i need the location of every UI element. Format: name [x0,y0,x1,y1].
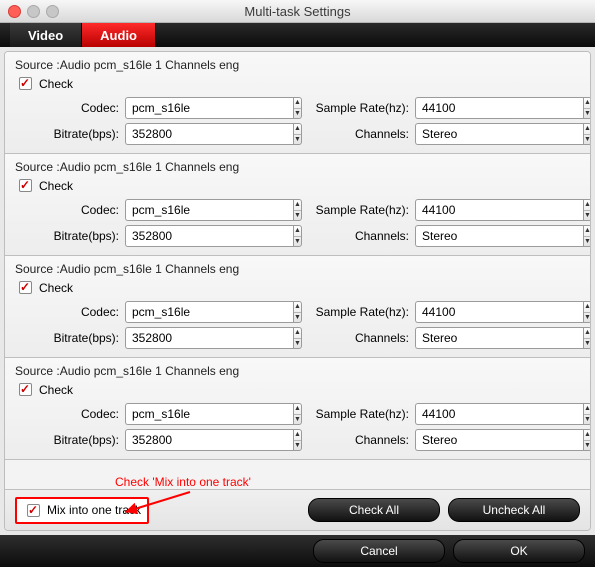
bitrate-label: Bitrate(bps): [15,433,125,447]
window-title: Multi-task Settings [0,4,595,19]
stepper-icon[interactable]: ▲▼ [583,97,590,119]
samplerate-combo[interactable]: ▲▼ [415,97,565,119]
stepper-icon[interactable]: ▲▼ [293,429,302,451]
bitrate-combo[interactable]: ▲▼ [125,429,275,451]
channels-combo[interactable]: ▲▼ [415,429,565,451]
codec-label: Codec: [15,101,125,115]
source-label: Source :Audio pcm_s16le 1 Channels eng [15,262,580,276]
stepper-icon[interactable]: ▲▼ [583,123,590,145]
bitrate-combo[interactable]: ▲▼ [125,123,275,145]
track-check[interactable] [19,77,32,90]
mix-label: Mix into one track [47,503,141,517]
window-footer: Cancel OK [0,535,595,567]
samplerate-label: Sample Rate(hz): [305,203,415,217]
bitrate-input[interactable] [125,123,293,145]
samplerate-input[interactable] [415,301,583,323]
samplerate-label: Sample Rate(hz): [305,101,415,115]
samplerate-label: Sample Rate(hz): [305,305,415,319]
check-label: Check [39,77,73,91]
track-check[interactable] [19,179,32,192]
channels-combo[interactable]: ▲▼ [415,225,565,247]
bitrate-label: Bitrate(bps): [15,331,125,345]
check-label: Check [39,179,73,193]
channels-label: Channels: [305,127,415,141]
panel-footer: Mix into one track Check All Uncheck All [5,489,590,530]
stepper-icon[interactable]: ▲▼ [583,225,590,247]
samplerate-combo[interactable]: ▲▼ [415,199,565,221]
tab-audio[interactable]: Audio [82,23,156,47]
channels-input[interactable] [415,123,583,145]
track-block: Source :Audio pcm_s16le 1 Channels eng Ch… [5,52,590,154]
channels-input[interactable] [415,429,583,451]
tab-video[interactable]: Video [10,23,82,47]
stepper-icon[interactable]: ▲▼ [583,429,590,451]
ok-button[interactable]: OK [453,539,585,563]
codec-label: Codec: [15,305,125,319]
bitrate-label: Bitrate(bps): [15,127,125,141]
uncheck-all-button[interactable]: Uncheck All [448,498,580,522]
samplerate-input[interactable] [415,199,583,221]
samplerate-input[interactable] [415,403,583,425]
codec-combo[interactable]: ▲▼ [125,97,275,119]
stepper-icon[interactable]: ▲▼ [293,123,302,145]
source-label: Source :Audio pcm_s16le 1 Channels eng [15,160,580,174]
mix-into-one-track-box[interactable]: Mix into one track [15,497,149,524]
codec-combo[interactable]: ▲▼ [125,199,275,221]
channels-input[interactable] [415,327,583,349]
samplerate-input[interactable] [415,97,583,119]
channels-combo[interactable]: ▲▼ [415,123,565,145]
codec-input[interactable] [125,199,293,221]
codec-combo[interactable]: ▲▼ [125,403,275,425]
codec-input[interactable] [125,301,293,323]
tab-bar: Video Audio [0,23,595,47]
samplerate-combo[interactable]: ▲▼ [415,403,565,425]
bitrate-input[interactable] [125,225,293,247]
channels-label: Channels: [305,331,415,345]
channels-label: Channels: [305,433,415,447]
codec-input[interactable] [125,403,293,425]
bitrate-input[interactable] [125,429,293,451]
track-check[interactable] [19,281,32,294]
track-block: Source :Audio pcm_s16le 1 Channels eng Ch… [5,154,590,256]
codec-input[interactable] [125,97,293,119]
stepper-icon[interactable]: ▲▼ [293,225,302,247]
track-block: Source :Audio pcm_s16le 1 Channels eng Ch… [5,358,590,460]
bitrate-combo[interactable]: ▲▼ [125,327,275,349]
stepper-icon[interactable]: ▲▼ [293,403,302,425]
source-label: Source :Audio pcm_s16le 1 Channels eng [15,58,580,72]
bitrate-combo[interactable]: ▲▼ [125,225,275,247]
track-block: Source :Audio pcm_s16le 1 Channels eng Ch… [5,256,590,358]
channels-label: Channels: [305,229,415,243]
cancel-button[interactable]: Cancel [313,539,445,563]
bitrate-label: Bitrate(bps): [15,229,125,243]
titlebar: Multi-task Settings [0,0,595,23]
check-all-button[interactable]: Check All [308,498,440,522]
stepper-icon[interactable]: ▲▼ [583,199,590,221]
stepper-icon[interactable]: ▲▼ [293,199,302,221]
stepper-icon[interactable]: ▲▼ [583,327,590,349]
codec-combo[interactable]: ▲▼ [125,301,275,323]
stepper-icon[interactable]: ▲▼ [293,97,302,119]
stepper-icon[interactable]: ▲▼ [583,301,590,323]
track-check[interactable] [19,383,32,396]
stepper-icon[interactable]: ▲▼ [293,327,302,349]
stepper-icon[interactable]: ▲▼ [583,403,590,425]
codec-label: Codec: [15,407,125,421]
settings-panel: Source :Audio pcm_s16le 1 Channels eng Ch… [4,51,591,531]
check-label: Check [39,281,73,295]
check-label: Check [39,383,73,397]
channels-input[interactable] [415,225,583,247]
stepper-icon[interactable]: ▲▼ [293,301,302,323]
samplerate-label: Sample Rate(hz): [305,407,415,421]
codec-label: Codec: [15,203,125,217]
mix-checkbox[interactable] [27,504,40,517]
source-label: Source :Audio pcm_s16le 1 Channels eng [15,364,580,378]
bitrate-input[interactable] [125,327,293,349]
tracks-list: Source :Audio pcm_s16le 1 Channels eng Ch… [5,52,590,489]
samplerate-combo[interactable]: ▲▼ [415,301,565,323]
channels-combo[interactable]: ▲▼ [415,327,565,349]
